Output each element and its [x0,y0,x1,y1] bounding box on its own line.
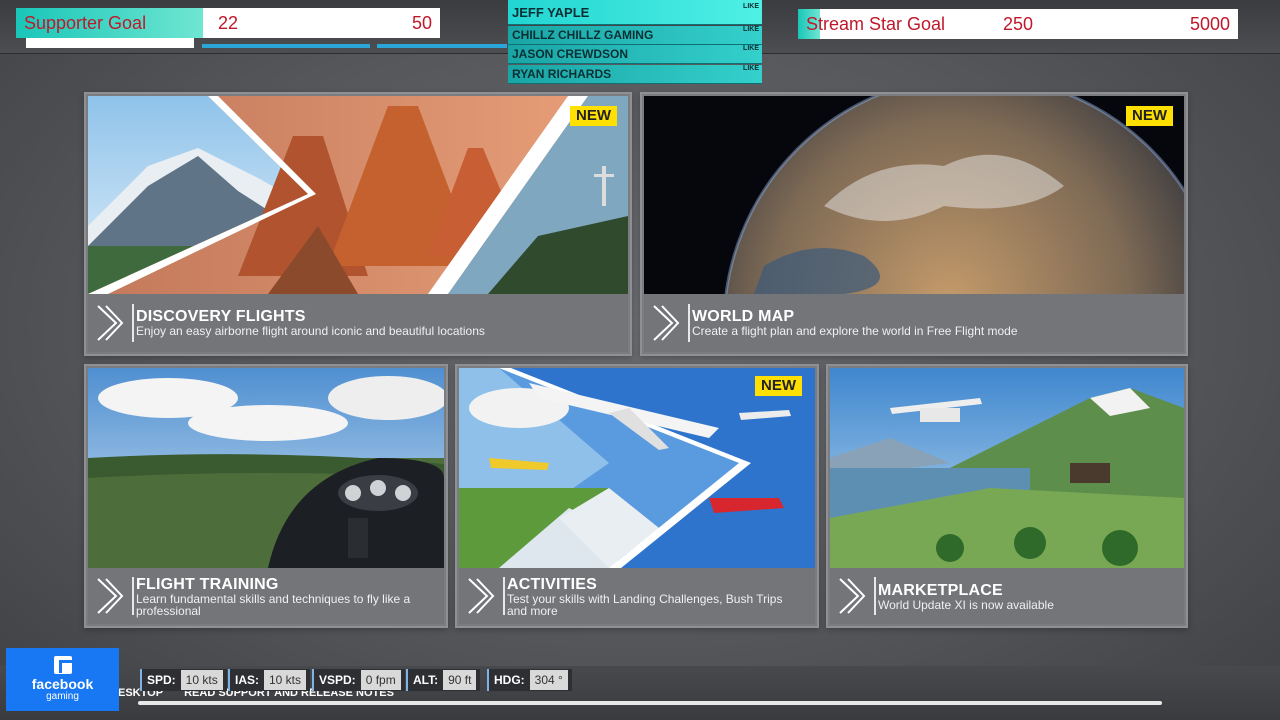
hud-ias: IAS: 10 kts [228,669,311,691]
world-map-caption: WORLD MAP Create a flight plan and explo… [644,294,1184,352]
world-map-image [644,96,1184,294]
like-item: CHILLZ CHILLZ GAMING LIKE [508,25,762,45]
hud-value: 304 ° [529,670,568,690]
like-name: RYAN RICHARDS [512,66,612,81]
card-marketplace[interactable]: MARKETPLACE World Update XI is now avail… [826,364,1188,628]
nav-tab-profile[interactable] [202,44,370,48]
supporter-goal-max: 50 [411,12,432,33]
hud-label: ALT: [413,673,439,687]
horizontal-scrollbar[interactable] [138,701,1162,705]
supporter-goal-title: Supporter Goal [24,12,147,33]
chevron-right-icon [468,578,495,614]
card-flight-training[interactable]: FLIGHT TRAINING Learn fundamental skills… [84,364,448,628]
discovery-flights-caption: DISCOVERY FLIGHTS Enjoy an easy airborne… [88,294,628,352]
like-item: RYAN RICHARDS LIKE [508,64,762,84]
card-description: Test your skills with Landing Challenges… [507,592,783,618]
supporter-goal-current: 22 [218,12,239,33]
card-description: World Update XI is now available [878,598,1054,612]
like-tag: LIKE [743,45,759,52]
facebook-logo-text: facebook [31,676,94,692]
stream-star-goal-title: Stream Star Goal [806,13,946,34]
hud-label: HDG: [494,673,525,687]
hud-value: 0 fpm [360,670,401,690]
stream-star-goal-current: 250 [1003,13,1034,34]
hud-hdg: HDG: 304 ° [487,669,572,691]
caption-divider [132,304,134,342]
hud-label: IAS: [235,673,259,687]
caption-divider [132,577,134,615]
marketplace-image [830,368,1184,568]
like-item: JASON CREWDSON LIKE [508,45,762,64]
discovery-flights-image [88,96,628,294]
hud-label: VSPD: [319,673,356,687]
like-tag: LIKE [743,64,759,72]
caption-divider [874,577,876,615]
new-badge: NEW [755,376,802,396]
stream-star-goal-max: 5000 [1189,13,1230,34]
supporter-goal-bar: Supporter Goal 22 50 [16,8,440,38]
new-badge: NEW [1126,106,1173,126]
flight-training-caption: FLIGHT TRAINING Learn fundamental skills… [88,568,444,624]
stream-star-goal-bar: Stream Star Goal 250 5000 [798,9,1238,39]
chevron-right-icon [97,578,124,614]
hud-alt: ALT: 90 ft [406,669,481,691]
facebook-gaming-logo: facebook gaming [6,648,119,711]
activities-caption: ACTIVITIES Test your skills with Landing… [459,568,815,624]
hud-value: 90 ft [443,670,477,690]
like-tag: LIKE [743,3,759,10]
card-description: Create a flight plan and explore the wor… [692,324,1018,338]
card-description: Learn fundamental skills and techniques … [136,592,411,618]
hud-speed: SPD: 10 kts [140,669,227,691]
hud-vspd: VSPD: 0 fpm [312,669,405,691]
like-name: JEFF YAPLE [512,5,590,20]
gaming-logo-text: gaming [46,691,79,702]
like-item: JEFF YAPLE LIKE [508,0,762,25]
hud-value: 10 kts [264,670,307,690]
caption-divider [688,304,690,342]
flight-training-image [88,368,444,568]
likes-list: JEFF YAPLE LIKE CHILLZ CHILLZ GAMING LIK… [508,0,762,84]
caption-divider [503,577,505,615]
chevron-right-icon [839,578,866,614]
marketplace-caption: MARKETPLACE World Update XI is now avail… [830,568,1184,624]
card-activities[interactable]: NEW ACTIVITIES Test your skills with Lan… [455,364,819,628]
like-name: CHILLZ CHILLZ GAMING [512,27,654,42]
chevron-right-icon [97,305,124,341]
nav-tab-options[interactable] [377,44,507,48]
card-world-map[interactable]: NEW WORLD MAP Create a flight plan and e… [640,92,1188,356]
new-badge: NEW [570,106,617,126]
hud-label: SPD: [147,673,176,687]
facebook-gaming-icon [53,656,72,674]
like-name: JASON CREWDSON [512,47,629,61]
chevron-right-icon [653,305,680,341]
card-discovery-flights[interactable]: NEW DISCOVERY FLIGHTS Enjoy an easy airb… [84,92,632,356]
activities-image [459,368,815,568]
hud-value: 10 kts [180,670,223,690]
card-description: Enjoy an easy airborne flight around ico… [136,324,485,338]
like-tag: LIKE [743,25,759,33]
